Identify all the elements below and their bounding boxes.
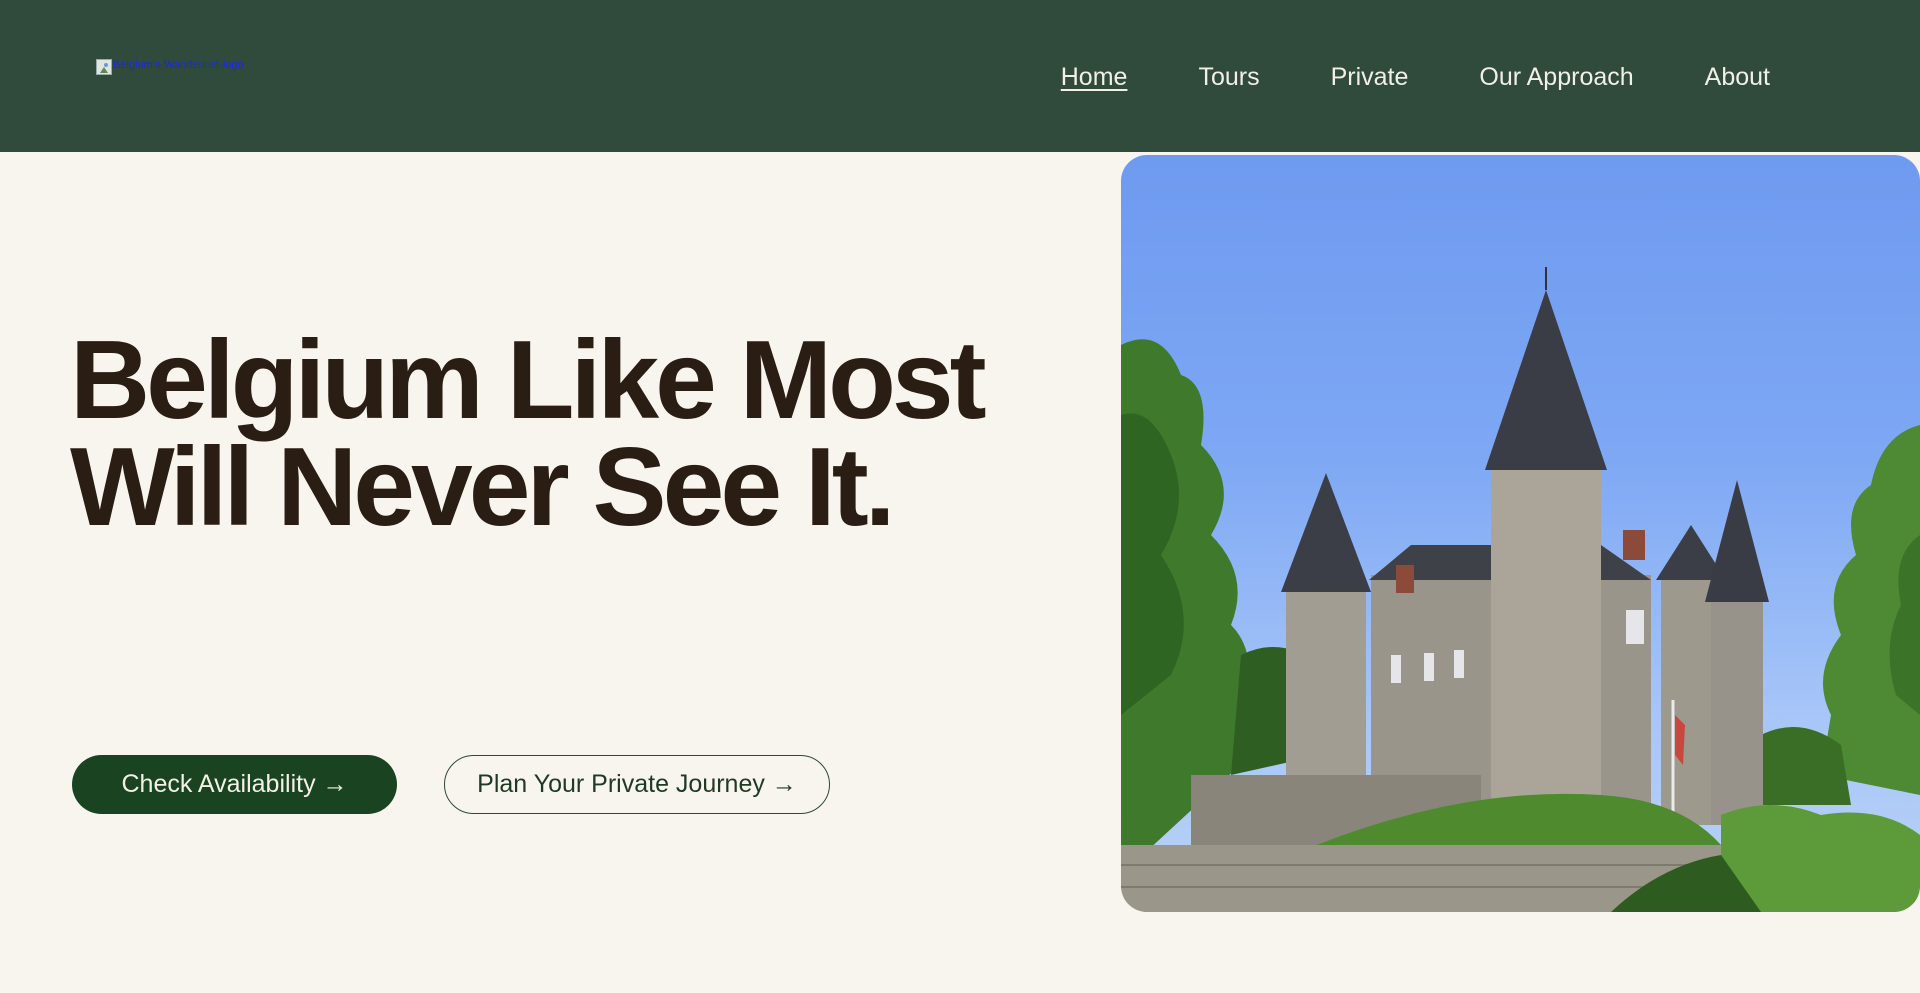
- nav-item-tours[interactable]: Tours: [1198, 62, 1259, 92]
- hero-headline: Belgium Like Most Will Never See It.: [70, 325, 1050, 543]
- main-nav: Home Tours Private Our Approach About: [1061, 62, 1770, 92]
- nav-item-private[interactable]: Private: [1331, 62, 1409, 92]
- site-header: Belgium's-Wanderlust-logo Home Tours Pri…: [0, 0, 1920, 152]
- broken-image-icon: [96, 59, 112, 75]
- plan-private-journey-button[interactable]: Plan Your Private Journey →: [444, 755, 830, 814]
- site-logo[interactable]: Belgium's-Wanderlust-logo: [96, 59, 244, 75]
- hero-castle-image: [1121, 155, 1920, 912]
- nav-item-home[interactable]: Home: [1061, 62, 1128, 92]
- nav-item-our-approach[interactable]: Our Approach: [1479, 62, 1633, 92]
- castle-illustration: [1121, 267, 1920, 912]
- headline-line-2: Will Never See It.: [70, 425, 896, 549]
- headline-line-1: Belgium Like Most: [70, 318, 987, 442]
- nav-item-about[interactable]: About: [1705, 62, 1770, 92]
- check-availability-button[interactable]: Check Availability →: [72, 755, 397, 814]
- logo-alt-text: Belgium's-Wanderlust-logo: [113, 59, 244, 71]
